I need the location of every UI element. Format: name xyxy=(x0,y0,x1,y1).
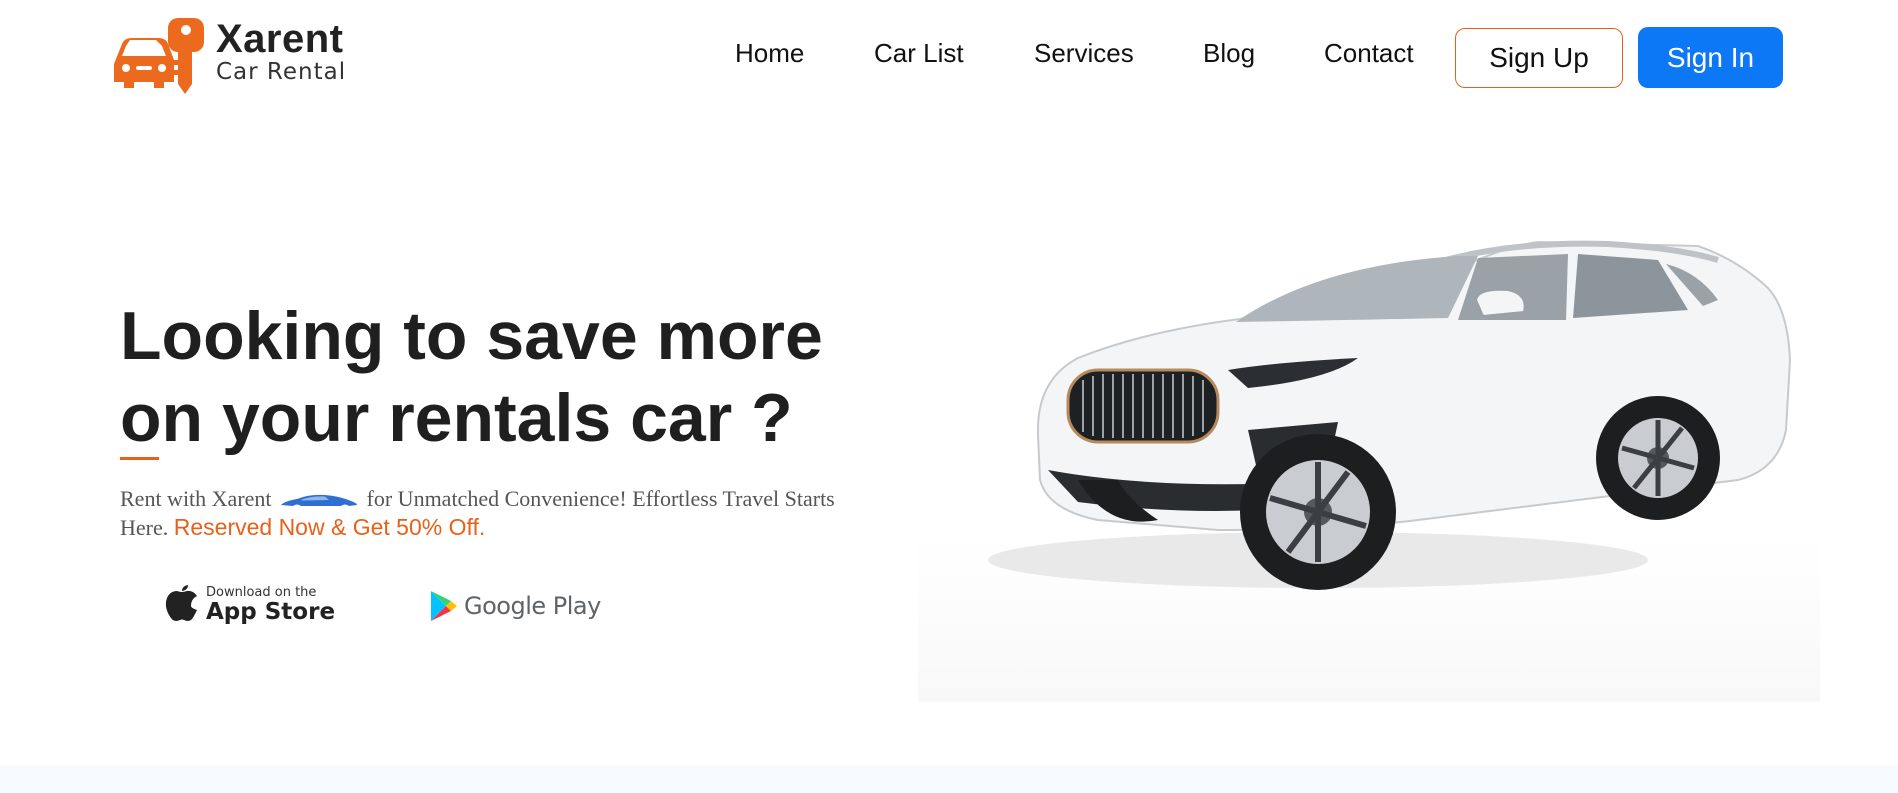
hero-title-line-2: on your rentals car ? xyxy=(120,380,793,456)
app-store-label: App Store xyxy=(206,599,336,625)
hero-desc-part-1: Rent with Xarent xyxy=(120,486,272,511)
nav-car-list-link[interactable]: Car List xyxy=(874,38,964,69)
hero-description: Rent with Xarent for Unmatched Convenien… xyxy=(120,484,840,542)
google-play-label: Google Play xyxy=(464,592,601,620)
sign-up-button[interactable]: Sign Up xyxy=(1455,28,1623,88)
car-key-logo-icon xyxy=(114,18,204,94)
app-store-button[interactable]: Download on the App Store xyxy=(164,585,335,625)
nav-services-link[interactable]: Services xyxy=(1034,38,1134,69)
nav-contact-link[interactable]: Contact xyxy=(1324,38,1414,69)
google-play-button[interactable]: Google Play xyxy=(430,590,601,622)
promo-text[interactable]: Reserved Now & Get 50% Off. xyxy=(174,514,486,540)
sign-in-button[interactable]: Sign In xyxy=(1638,27,1783,88)
google-play-icon xyxy=(431,591,457,621)
nav-home-link[interactable]: Home xyxy=(735,38,804,69)
site-header: Xarent Car Rental Home Car List Services… xyxy=(0,0,1898,120)
brand-tagline: Car Rental xyxy=(216,59,347,85)
brand-logo[interactable]: Xarent Car Rental xyxy=(112,16,346,96)
title-accent-underline xyxy=(120,457,159,460)
hero-car-image xyxy=(918,230,1820,702)
brand-name: Xarent xyxy=(216,17,344,61)
white-suv-image xyxy=(988,240,1792,590)
car-silhouette-icon xyxy=(281,494,358,506)
app-store-small-text: Download on the xyxy=(206,585,317,600)
hero-title-line-1: Looking to save more xyxy=(120,298,823,374)
apple-icon xyxy=(165,585,197,621)
next-section-edge xyxy=(0,766,1898,793)
hero-title: Looking to save more on your rentals car… xyxy=(120,295,880,459)
nav-blog-link[interactable]: Blog xyxy=(1203,38,1255,69)
